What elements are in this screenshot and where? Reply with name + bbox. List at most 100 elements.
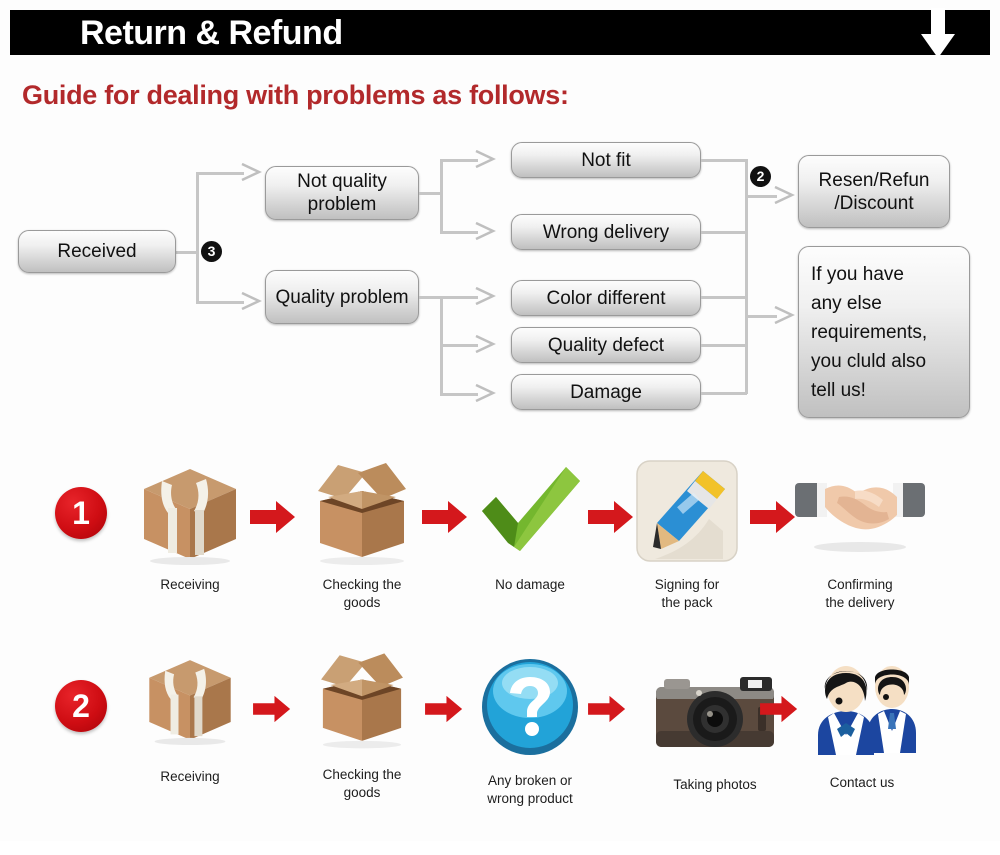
open-box-icon	[287, 645, 437, 760]
step-caption: Checking the goods	[287, 766, 437, 802]
flow-box-label: Quality problem	[275, 286, 409, 308]
flow-box-extra-requirements[interactable]: If you have any else requirements, you c…	[798, 246, 970, 418]
flow-box-not-quality-problem[interactable]: Not quality problem	[265, 166, 419, 220]
connector-line	[701, 159, 747, 162]
process-step-broken-or-wrong: Any broken or wrong product	[455, 651, 605, 808]
guide-heading: Guide for dealing with problems as follo…	[22, 80, 569, 110]
return-refund-page: Return & Refund Guide for dealing with p…	[0, 0, 1000, 841]
row-badge-2: 2	[55, 680, 107, 732]
step-caption: Taking photos	[673, 777, 757, 792]
caption-line2: the delivery	[825, 595, 895, 610]
connector-line	[440, 159, 443, 234]
flow-box-not-fit[interactable]: Not fit	[511, 142, 701, 178]
flow-box-received[interactable]: Received	[18, 230, 176, 273]
connector-line	[419, 192, 441, 195]
flow-box-label: Received	[57, 241, 137, 262]
arrowhead-icon	[474, 221, 496, 241]
flow-box-label-line1: If you have	[811, 263, 904, 285]
process-step-confirming: Confirming the delivery	[785, 455, 935, 612]
step-caption: Confirming the delivery	[785, 576, 935, 612]
connector-line	[196, 172, 244, 175]
support-people-icon	[787, 653, 937, 768]
caption-line2: goods	[343, 595, 381, 610]
closed-box-icon	[115, 647, 265, 762]
flow-box-label-line4: you cluld also	[811, 350, 927, 372]
flow-box-label-line5: tell us!	[811, 379, 866, 401]
flow-box-label: Wrong delivery	[542, 221, 670, 243]
down-arrow-icon	[918, 8, 958, 60]
step-caption: Any broken or wrong product	[455, 772, 605, 808]
arrowhead-icon	[474, 149, 496, 169]
connector-line	[440, 393, 478, 396]
connector-line	[701, 296, 747, 299]
open-box-icon	[287, 455, 437, 570]
pencil-signing-icon	[612, 455, 762, 570]
process-step-checking-goods: Checking the goods	[287, 645, 437, 802]
flow-box-resend-refund-discount[interactable]: Resen/Refun /Discount	[798, 155, 950, 228]
red-arrow-icon	[588, 695, 626, 723]
flow-box-label: Quality defect	[547, 334, 665, 356]
arrowhead-icon	[773, 185, 795, 205]
arrowhead-icon	[773, 305, 795, 325]
process-step-checking-goods: Checking the goods	[287, 455, 437, 612]
caption-line2: the pack	[661, 595, 713, 610]
connector-line	[440, 231, 478, 234]
flow-box-label: Color different	[546, 287, 666, 309]
handshake-icon	[785, 455, 935, 570]
process-row-1: 1 Receiving Checking the goods No damage…	[0, 455, 1000, 655]
row-badge-1: 1	[55, 487, 107, 539]
caption-line1: Checking the	[322, 767, 402, 782]
connector-line	[701, 231, 747, 234]
process-step-taking-photos: Taking photos	[640, 655, 790, 794]
flow-box-label-line2: any else	[811, 292, 882, 314]
connector-line	[440, 296, 478, 299]
connector-line	[196, 172, 199, 304]
connector-line	[440, 159, 478, 162]
flowchart: 3 Received Not quality problem Quality p…	[0, 130, 1000, 430]
flow-box-color-different[interactable]: Color different	[511, 280, 701, 316]
flow-box-label-line1: Resen/Refun	[818, 169, 930, 191]
flow-box-label: Not quality problem	[297, 171, 387, 215]
step-caption: Contact us	[829, 775, 895, 790]
process-step-signing: Signing for the pack	[612, 455, 762, 612]
flow-box-label: Damage	[570, 381, 642, 403]
process-step-receiving: Receiving	[115, 647, 265, 786]
closed-box-icon	[115, 455, 265, 570]
process-row-2: 2 Receiving Checking the goods Any broke…	[0, 653, 1000, 855]
connector-line	[175, 251, 197, 254]
arrowhead-icon	[474, 383, 496, 403]
arrowhead-icon	[474, 334, 496, 354]
caption-line1: Any broken or	[487, 773, 573, 788]
caption-line1: Checking the	[322, 577, 402, 592]
connector-line	[701, 392, 747, 395]
arrowhead-icon	[474, 286, 496, 306]
arrowhead-icon	[240, 162, 262, 182]
caption-line2: goods	[343, 785, 381, 800]
step-caption: Receiving	[160, 577, 220, 592]
step-caption: Receiving	[160, 769, 220, 784]
step-badge-three: 3	[201, 241, 222, 262]
connector-line	[196, 301, 244, 304]
process-step-contact-us: Contact us	[787, 653, 937, 792]
flow-box-label: Not fit	[581, 149, 631, 171]
flow-box-label-line2: /Discount	[834, 192, 914, 214]
caption-line2: wrong product	[487, 791, 573, 806]
step-badge-two: 2	[750, 166, 771, 187]
red-arrow-icon	[253, 695, 291, 723]
flow-box-label-line3: requirements,	[811, 321, 928, 343]
flow-box-wrong-delivery[interactable]: Wrong delivery	[511, 214, 701, 250]
step-caption: No damage	[495, 577, 565, 592]
connector-line	[440, 344, 478, 347]
flow-box-quality-problem[interactable]: Quality problem	[265, 270, 419, 324]
green-check-icon	[455, 455, 605, 570]
page-title: Return & Refund	[80, 14, 343, 52]
question-mark-icon	[455, 651, 605, 766]
caption-line1: Signing for	[654, 577, 720, 592]
step-caption: Checking the goods	[287, 576, 437, 612]
step-caption: Signing for the pack	[612, 576, 762, 612]
flow-box-quality-defect[interactable]: Quality defect	[511, 327, 701, 363]
arrowhead-icon	[240, 291, 262, 311]
process-step-no-damage: No damage	[455, 455, 605, 594]
caption-line1: Confirming	[827, 577, 893, 592]
flow-box-damage[interactable]: Damage	[511, 374, 701, 410]
